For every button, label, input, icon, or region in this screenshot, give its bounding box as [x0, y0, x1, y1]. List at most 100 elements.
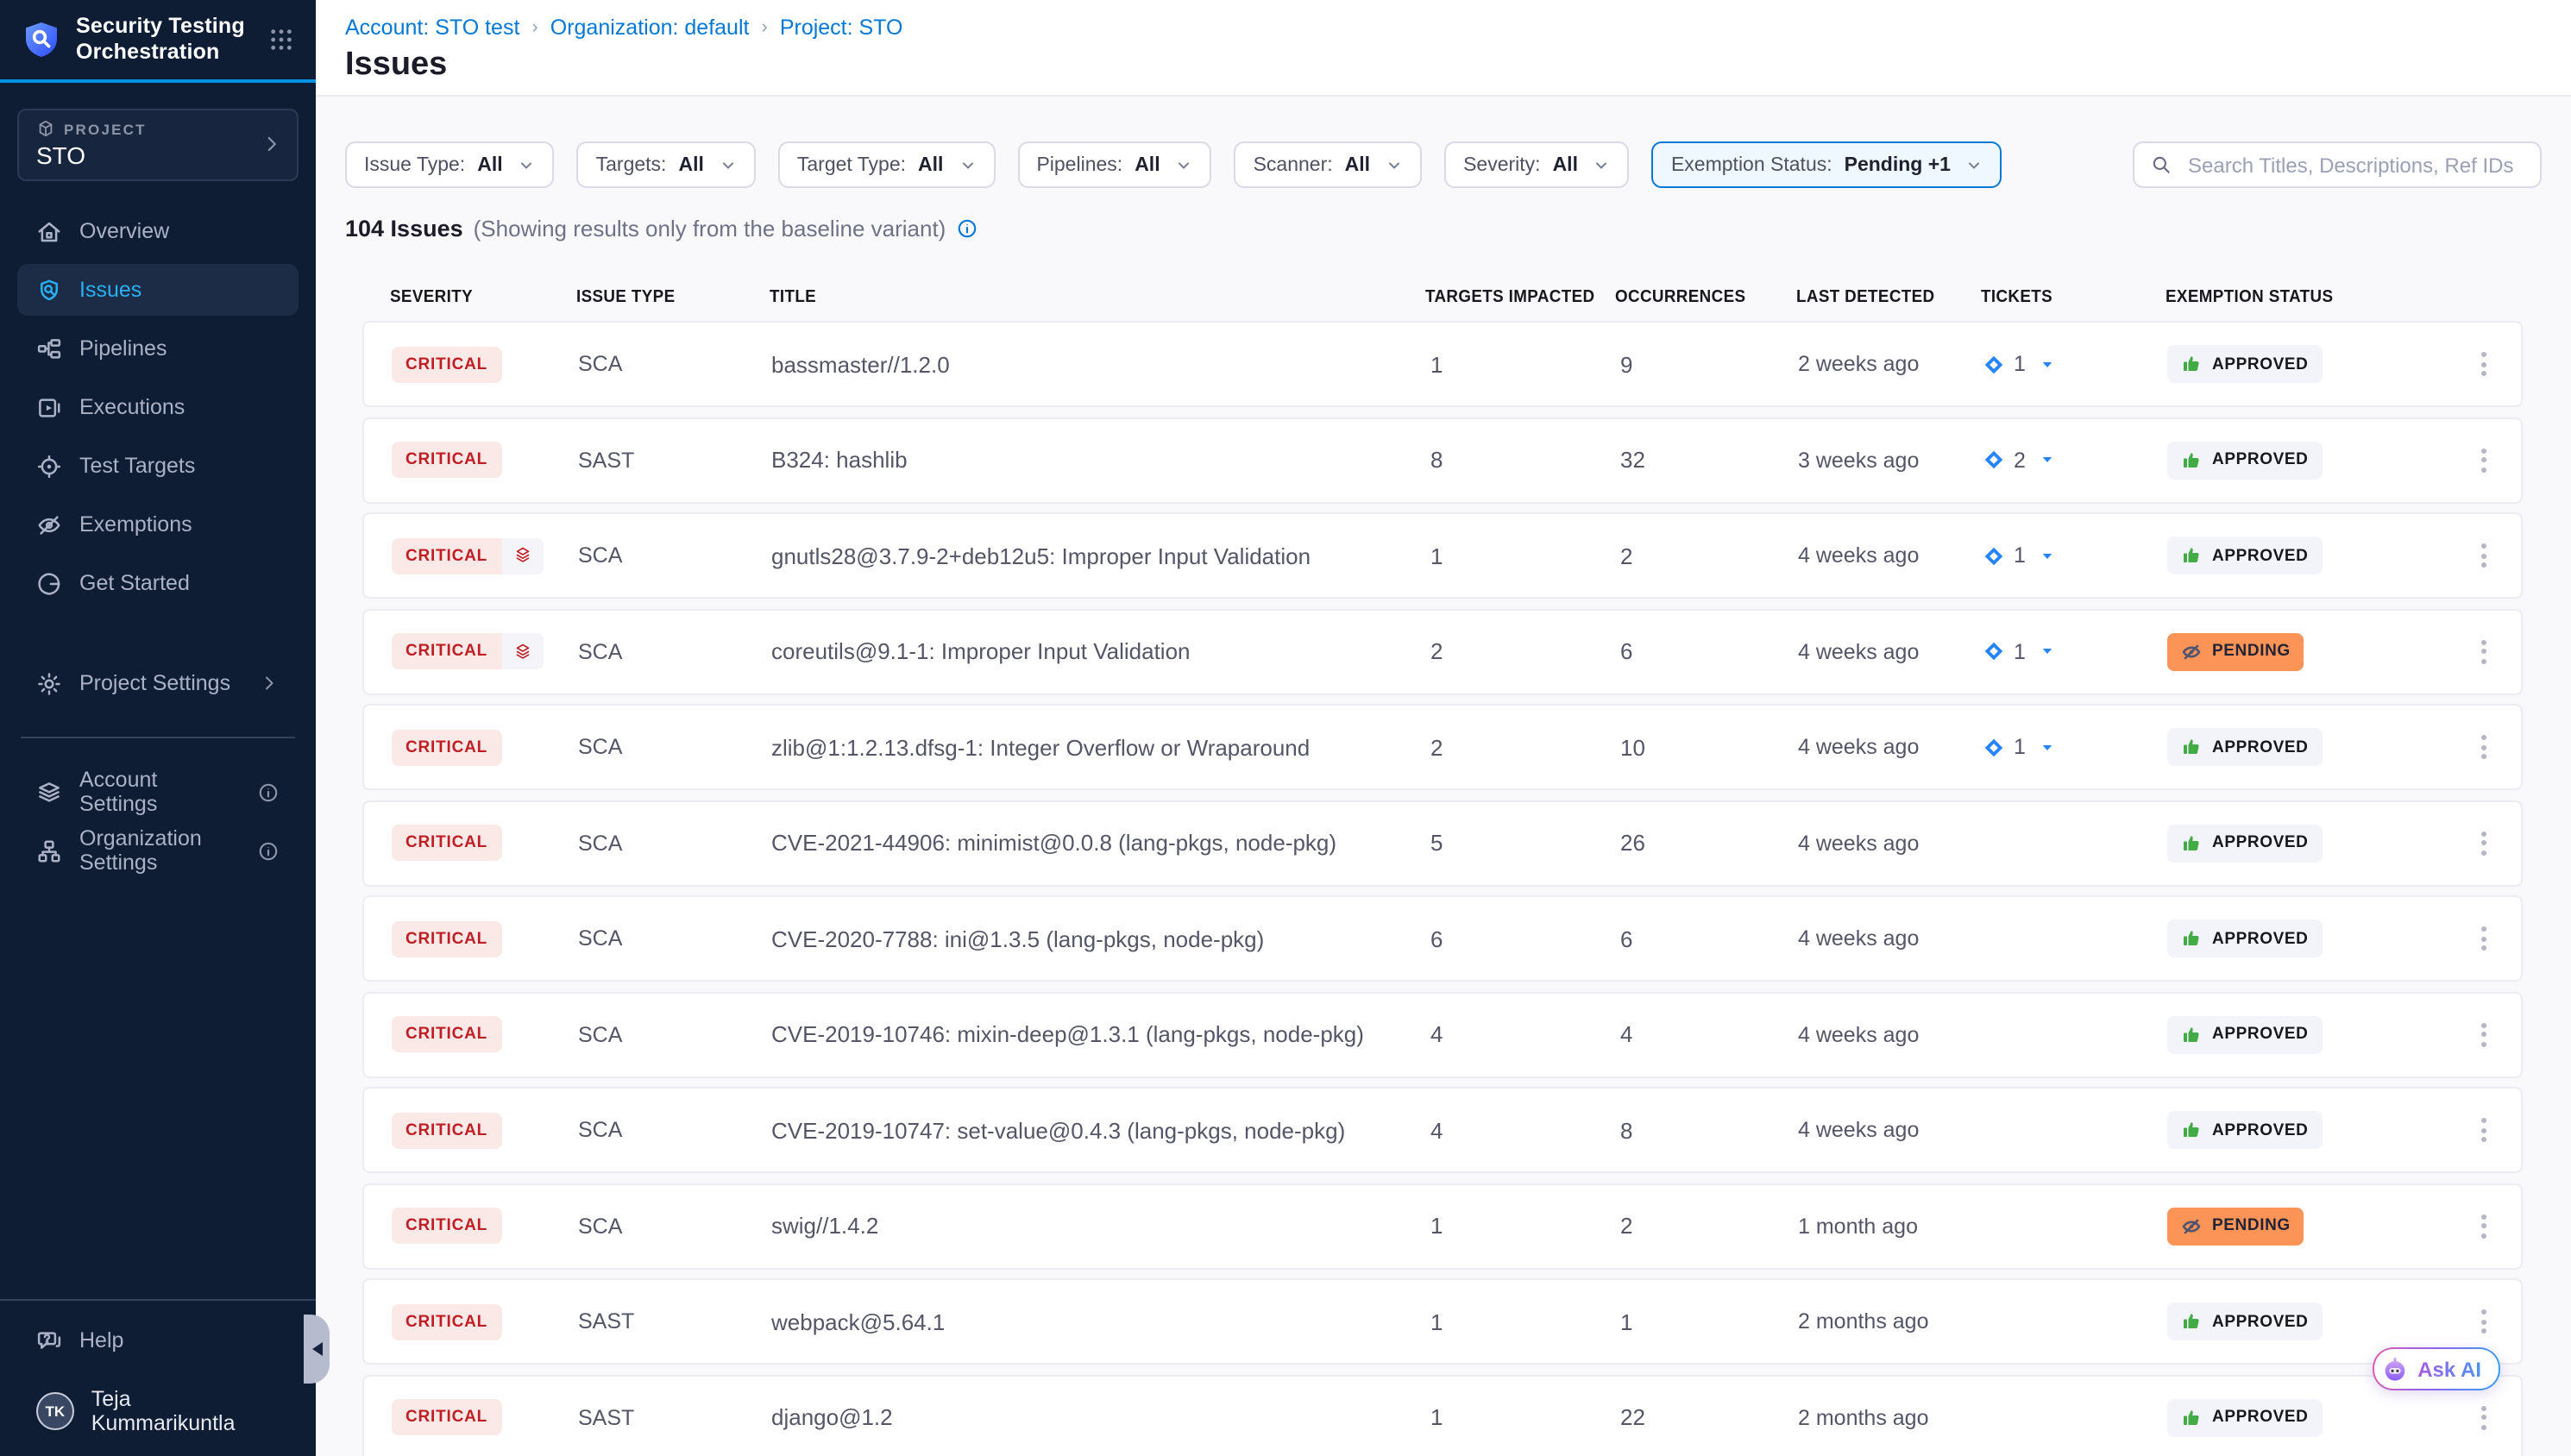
sidebar-item-help[interactable]: Help: [17, 1315, 299, 1366]
breadcrumb-link[interactable]: Organization: default: [550, 16, 750, 40]
issue-row[interactable]: CRITICALSCAcoreutils@9.1-1: Improper Inp…: [362, 608, 2523, 694]
occurrences: 6: [1617, 926, 1798, 951]
info-icon[interactable]: [956, 217, 978, 240]
info-icon[interactable]: [257, 839, 280, 862]
column-header-issue-type: ISSUE TYPE: [576, 288, 770, 307]
sidebar-item-test-targets[interactable]: Test Targets: [17, 440, 299, 492]
jira-ticket-icon: [1983, 736, 2005, 758]
issue-row[interactable]: CRITICALSCACVE-2019-10747: set-value@0.4…: [362, 1087, 2523, 1173]
filter-issue-type[interactable]: Issue Type:All: [345, 141, 555, 188]
filter-scanner[interactable]: Scanner:All: [1235, 141, 1422, 188]
column-header-occurrences: OCCURRENCES: [1615, 288, 1796, 307]
issue-row[interactable]: CRITICALSCACVE-2020-7788: ini@1.3.5 (lan…: [362, 895, 2523, 982]
ticket-link[interactable]: 1: [1983, 352, 2167, 376]
issue-row[interactable]: CRITICALSCAgnutls28@3.7.9-2+deb12u5: Imp…: [362, 512, 2523, 599]
targets-impacted: 2: [1427, 638, 1617, 664]
severity-label: CRITICAL: [392, 1303, 501, 1340]
issue-title: swig//1.4.2: [771, 1213, 1427, 1239]
severity-badge: CRITICAL: [392, 1399, 501, 1435]
org-icon: [36, 838, 62, 863]
sidebar-item-label: Executions: [79, 395, 185, 419]
issue-row[interactable]: CRITICALSASTwebpack@5.64.1112 months ago…: [362, 1278, 2523, 1365]
help-chat-icon: [36, 1327, 62, 1353]
sidebar-item-get-started[interactable]: Get Started: [17, 557, 299, 609]
user-menu[interactable]: TK Teja Kummarikuntla: [17, 1387, 299, 1435]
chevron-down-icon: [519, 156, 536, 173]
help-label: Help: [79, 1328, 123, 1352]
main-content: Account: STO test›Organization: default›…: [316, 0, 2571, 1456]
sidebar-nav-secondary: Project Settings: [0, 657, 316, 709]
occurrences: 1: [1617, 1309, 1798, 1334]
breadcrumb-link[interactable]: Project: STO: [780, 16, 903, 40]
severity-badge: CRITICAL: [392, 633, 543, 669]
stacked-issue-indicator: [501, 633, 543, 669]
eye-off-icon: [2181, 1215, 2202, 1236]
module-grid-icon[interactable]: [267, 26, 295, 53]
filter-pipelines[interactable]: Pipelines:All: [1017, 141, 1211, 188]
avatar: TK: [36, 1392, 74, 1430]
row-menu-kebab-icon[interactable]: [2474, 728, 2493, 766]
project-name: STO: [36, 141, 280, 169]
get-started-icon: [36, 570, 62, 596]
breadcrumb-link[interactable]: Account: STO test: [345, 16, 519, 40]
sidebar-item-label: Test Targets: [79, 454, 195, 478]
chevron-down-icon: [720, 156, 737, 173]
severity-label: CRITICAL: [392, 825, 501, 861]
sidebar-item-pipelines[interactable]: Pipelines: [17, 323, 299, 374]
filter-label: Issue Type:: [364, 154, 465, 175]
issue-row[interactable]: CRITICALSCAswig//1.4.2121 month agoPENDI…: [362, 1183, 2523, 1269]
targets-impacted: 1: [1427, 1404, 1617, 1430]
filter-severity[interactable]: Severity:All: [1444, 141, 1630, 188]
issue-row[interactable]: CRITICALSASTB324: hashlib8323 weeks ago2…: [362, 417, 2523, 503]
row-menu-kebab-icon[interactable]: [2474, 441, 2493, 479]
search-input[interactable]: [2184, 151, 2524, 179]
layers-icon: [36, 779, 62, 805]
project-selector[interactable]: PROJECT STO: [17, 109, 299, 181]
shield-search-icon: [36, 277, 62, 303]
user-name: Teja Kummarikuntla: [91, 1387, 280, 1435]
targets-impacted: 1: [1427, 351, 1617, 377]
sidebar-item-organization-settings[interactable]: Organization Settings: [17, 825, 299, 876]
exemption-status-label: APPROVED: [2212, 1025, 2308, 1044]
row-menu-kebab-icon[interactable]: [2474, 345, 2493, 383]
filter-targets[interactable]: Targets:All: [577, 141, 756, 188]
ticket-link[interactable]: 1: [1983, 543, 2167, 568]
filter-exemption-status[interactable]: Exemption Status:Pending +1: [1652, 141, 2002, 188]
exemption-status-label: APPROVED: [2212, 1312, 2308, 1331]
filter-target-type[interactable]: Target Type:All: [778, 141, 996, 188]
issue-type: SCA: [578, 1118, 771, 1142]
exemption-status-badge: APPROVED: [2167, 1111, 2322, 1149]
issue-row[interactable]: CRITICALSCACVE-2021-44906: minimist@0.0.…: [362, 800, 2523, 886]
sidebar-item-exemptions[interactable]: Exemptions: [17, 499, 299, 550]
row-menu-kebab-icon[interactable]: [2474, 1302, 2493, 1340]
sidebar-collapse-handle[interactable]: [304, 1315, 330, 1384]
issue-row[interactable]: CRITICALSASTdjango@1.21222 months agoAPP…: [362, 1374, 2523, 1456]
sidebar-item-account-settings[interactable]: Account Settings: [17, 766, 299, 818]
issue-row[interactable]: CRITICALSCAzlib@1:1.2.13.dfsg-1: Integer…: [362, 704, 2523, 790]
sidebar-item-issues[interactable]: Issues: [17, 264, 299, 316]
sidebar-item-executions[interactable]: Executions: [17, 381, 299, 433]
row-menu-kebab-icon[interactable]: [2474, 919, 2493, 957]
exemption-status-label: APPROVED: [2212, 929, 2308, 948]
row-menu-kebab-icon[interactable]: [2474, 1398, 2493, 1436]
exemption-status-badge: APPROVED: [2167, 345, 2322, 383]
sidebar-item-project-settings[interactable]: Project Settings: [17, 657, 299, 709]
ticket-link[interactable]: 2: [1983, 448, 2167, 472]
caret-down-icon: [2040, 739, 2055, 755]
row-menu-kebab-icon[interactable]: [2474, 537, 2493, 574]
last-detected: 4 weeks ago: [1798, 639, 1983, 663]
row-menu-kebab-icon[interactable]: [2474, 1111, 2493, 1149]
issue-title: B324: hashlib: [771, 447, 1427, 473]
info-icon[interactable]: [257, 781, 280, 803]
issue-row[interactable]: CRITICALSCAbassmaster//1.2.0192 weeks ag…: [362, 321, 2523, 407]
exemption-status-label: APPROVED: [2212, 546, 2308, 565]
row-menu-kebab-icon[interactable]: [2474, 1015, 2493, 1053]
ticket-link[interactable]: 1: [1983, 735, 2167, 759]
row-menu-kebab-icon[interactable]: [2474, 632, 2493, 670]
row-menu-kebab-icon[interactable]: [2474, 824, 2493, 862]
issue-row[interactable]: CRITICALSCACVE-2019-10746: mixin-deep@1.…: [362, 991, 2523, 1077]
sidebar-item-overview[interactable]: Overview: [17, 205, 299, 257]
ticket-link[interactable]: 1: [1983, 639, 2167, 663]
row-menu-kebab-icon[interactable]: [2474, 1207, 2493, 1245]
ask-ai-button[interactable]: Ask AI: [2373, 1347, 2500, 1390]
